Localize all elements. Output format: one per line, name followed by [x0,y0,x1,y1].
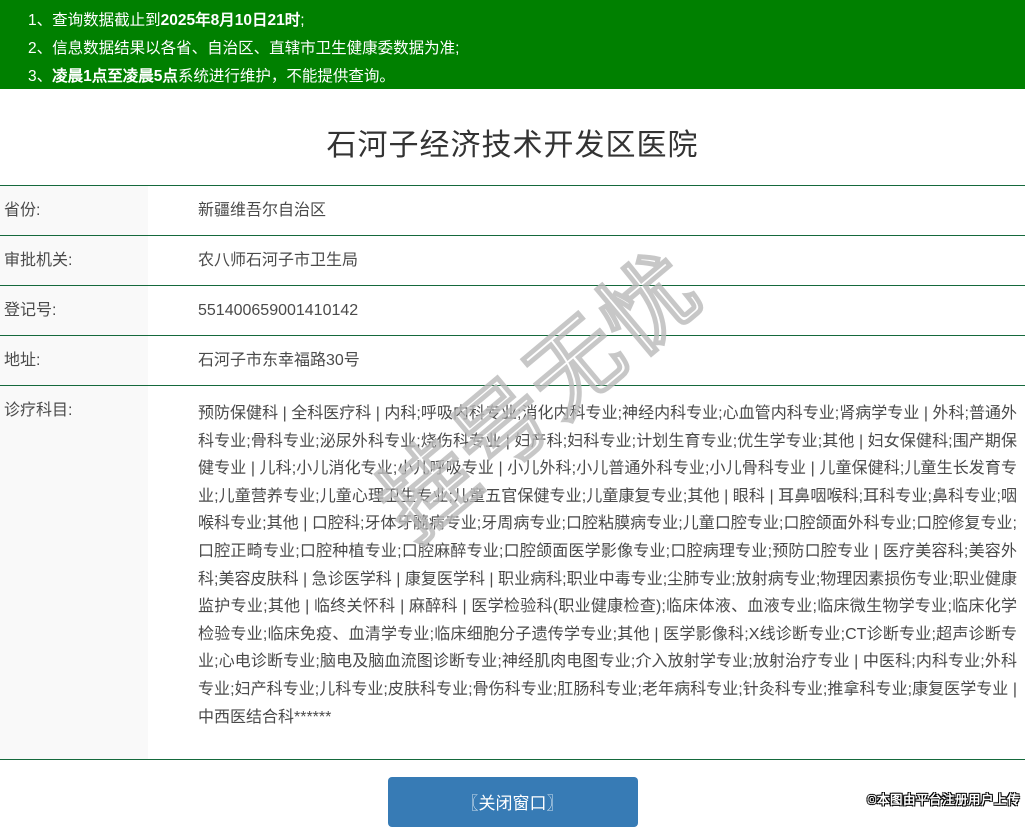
province-label: 省份: [0,186,148,236]
notice-line-1: 1、查询数据截止到2025年8月10日21时; [28,7,1015,35]
table-row-registration-number: 登记号: 551400659001410142 [0,286,1025,336]
approval-authority-label: 审批机关: [0,236,148,286]
notice-1-bold: 2025年8月10日21时 [161,12,301,29]
notice-line-3: 3、凌晨1点至凌晨5点系统进行维护，不能提供查询。 [28,63,1015,91]
notice-1-text: 查询数据截止到 [52,12,161,29]
table-row-approval-authority: 审批机关: 农八师石河子市卫生局 [0,236,1025,286]
table-row-province: 省份: 新疆维吾尔自治区 [0,186,1025,236]
notice-1-number: 1、 [28,12,52,29]
province-value: 新疆维吾尔自治区 [148,186,1025,236]
notice-1-tail: ; [300,12,304,29]
medical-subjects-value: 预防保健科 | 全科医疗科 | 内科;呼吸内科专业;消化内科专业;神经内科专业;… [148,386,1025,760]
table-row-address: 地址: 石河子市东幸福路30号 [0,336,1025,386]
medical-subjects-text: 预防保健科 | 全科医疗科 | 内科;呼吸内科专业;消化内科专业;神经内科专业;… [198,400,1017,759]
hospital-info-table: 省份: 新疆维吾尔自治区 审批机关: 农八师石河子市卫生局 登记号: 55140… [0,185,1025,760]
hospital-name-title: 石河子经济技术开发区医院 [0,129,1025,163]
table-row-medical-subjects: 诊疗科目: 预防保健科 | 全科医疗科 | 内科;呼吸内科专业;消化内科专业;神… [0,386,1025,760]
attribution-watermark: ©本图由平台注册用户上传 [867,789,1020,808]
approval-authority-value: 农八师石河子市卫生局 [148,236,1025,286]
notice-3-number: 3、 [28,68,52,85]
address-label: 地址: [0,336,148,386]
notice-banner: 1、查询数据截止到2025年8月10日21时; 2、信息数据结果以各省、自治区、… [0,0,1025,89]
medical-subjects-label: 诊疗科目: [0,386,148,760]
address-value: 石河子市东幸福路30号 [148,336,1025,386]
registration-number-value: 551400659001410142 [148,286,1025,336]
notice-3-tail: 系统进行维护，不能提供查询。 [178,68,395,85]
notice-3-bold: 凌晨1点至凌晨5点 [52,68,178,85]
notice-2-text: 信息数据结果以各省、自治区、直辖市卫生健康委数据为准; [52,40,459,57]
notice-line-2: 2、信息数据结果以各省、自治区、直辖市卫生健康委数据为准; [28,35,1015,63]
registration-number-label: 登记号: [0,286,148,336]
notice-2-number: 2、 [28,40,52,57]
close-window-button[interactable]: 〖关闭窗口〗 [388,777,638,827]
